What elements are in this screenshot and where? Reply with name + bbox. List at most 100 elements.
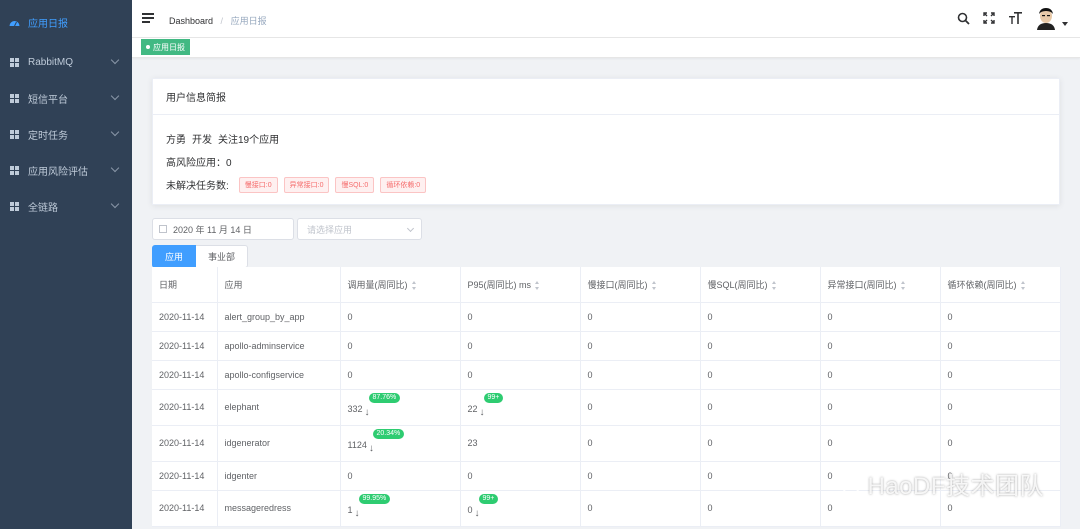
sort-icon[interactable] [771, 280, 777, 290]
user-follow: 关注19个应用 [218, 135, 280, 146]
wechat-icon [832, 472, 861, 494]
cell-calls: 332 ↓ 87.76% [340, 389, 461, 426]
change-pill: 87.76% [368, 392, 401, 403]
unresolved-line: 未解决任务数: 慢接口:0 异常接口:0 慢SQL:0 循环依赖:0 [166, 173, 1046, 196]
app-select-placeholder: 请选择应用 [307, 224, 353, 235]
watermark: HaoDF技术团队 [831, 466, 1044, 501]
cell-slow-sql: 0 [700, 360, 821, 390]
cell-slow-api: 0 [580, 331, 701, 361]
cell-cycle-dep: 0 [940, 302, 1061, 332]
sidebar: 应用日报 RabbitMQ 短信平台 定时任务 应用风险评估 全链路 [0, 0, 132, 529]
col-slow-api[interactable]: 慢接口(周同比) [580, 267, 701, 303]
arrow-down-icon: ↓ [368, 442, 374, 454]
cell-error-api: 0 [820, 331, 941, 361]
active-dot-icon [146, 45, 150, 49]
cell-cycle-dep: 0 [940, 360, 1061, 390]
cell-date: 2020-11-14 [152, 331, 218, 361]
avatar[interactable] [1034, 6, 1058, 30]
sidebar-item-app-daily[interactable]: 应用日报 [0, 0, 132, 44]
app-select[interactable]: 请选择应用 [297, 218, 422, 240]
sort-icon[interactable] [900, 280, 906, 290]
cell-slow-sql: 0 [700, 490, 821, 527]
col-calls[interactable]: 调用量(周同比) [340, 267, 461, 303]
sidebar-item-label: 短信平台 [28, 94, 68, 106]
cell-app: apollo-configservice [217, 360, 341, 390]
sidebar-item-label: 应用风险评估 [28, 166, 88, 178]
search-icon[interactable] [956, 11, 970, 25]
cell-date: 2020-11-14 [152, 461, 218, 491]
arrow-down-icon: ↓ [364, 406, 370, 418]
sidebar-item-label: 全链路 [28, 202, 58, 214]
chevron-down-icon [110, 127, 120, 137]
cell-slow-sql: 0 [700, 389, 821, 426]
fullscreen-icon[interactable] [982, 11, 996, 25]
breadcrumb-separator: / [220, 16, 224, 26]
date-picker[interactable]: 2020 年 11 月 14 日 [152, 218, 294, 240]
sidebar-item-tracing[interactable]: 全链路 [0, 188, 132, 224]
cell-cycle-dep: 0 [940, 389, 1061, 426]
sort-icon[interactable] [411, 280, 417, 290]
badge-slow-api[interactable]: 慢接口:0 [238, 176, 278, 193]
col-cycle-dep[interactable]: 循环依赖(周同比) [940, 267, 1061, 303]
cell-error-api: 0 [820, 425, 941, 462]
cell-slow-sql: 0 [700, 461, 821, 491]
sort-icon[interactable] [1020, 280, 1026, 290]
sidebar-item-rabbitmq[interactable]: RabbitMQ [0, 44, 132, 80]
cell-cycle-dep: 0 [940, 425, 1061, 462]
badge-error-api[interactable]: 异常接口:0 [283, 176, 330, 193]
chevron-down-icon [110, 163, 120, 173]
sidebar-item-risk[interactable]: 应用风险评估 [0, 152, 132, 188]
grid-icon [8, 56, 20, 68]
cell-cycle-dep: 0 [940, 331, 1061, 361]
table-row: 2020-11-14 apollo-configservice 0 0 0 0 0 0 [152, 360, 1061, 390]
toggle-dept-button[interactable]: 事业部 [196, 245, 249, 268]
cell-app: idgenter [217, 461, 341, 491]
cell-calls: 1124 ↓ 20.34% [340, 425, 461, 462]
hamburger-icon[interactable] [142, 13, 154, 23]
change-pill: 20.34% [372, 428, 405, 439]
cell-slow-api: 0 [580, 389, 701, 426]
cell-calls: 1 ↓ 99.95% [340, 490, 461, 527]
sort-icon[interactable] [535, 280, 540, 290]
cell-slow-sql: 0 [700, 331, 821, 361]
cell-date: 2020-11-14 [152, 425, 218, 462]
font-size-icon[interactable] [1008, 11, 1022, 25]
badge-cycle-dep[interactable]: 循环依赖:0 [380, 176, 427, 193]
table-row: 2020-11-14 apollo-adminservice 0 0 0 0 0 0 [152, 331, 1061, 361]
toggle-app-button[interactable]: 应用 [152, 245, 197, 268]
tag-app-daily[interactable]: 应用日报 [141, 39, 190, 55]
badge-slow-sql[interactable]: 慢SQL:0 [335, 176, 375, 193]
breadcrumb: Dashboard / 应用日报 [169, 14, 267, 27]
card-title: 用户信息简报 [153, 79, 1059, 115]
cell-slow-api: 0 [580, 302, 701, 332]
chevron-down-icon [406, 224, 415, 233]
grid-icon [8, 128, 20, 140]
cell-date: 2020-11-14 [152, 389, 218, 426]
sidebar-item-label: RabbitMQ [28, 56, 74, 68]
col-p95[interactable]: P95(周同比) ms [460, 267, 581, 303]
navbar: Dashboard / 应用日报 [132, 0, 1080, 38]
cell-date: 2020-11-14 [152, 360, 218, 390]
cell-date: 2020-11-14 [152, 490, 218, 527]
caret-down-icon[interactable] [1062, 22, 1068, 26]
cell-slow-api: 0 [580, 490, 701, 527]
chevron-down-icon [110, 55, 120, 65]
table-row: 2020-11-14 elephant 332 ↓ 87.76% 22 ↓ 99+ 0 0 0 0 [152, 389, 1061, 426]
breadcrumb-dashboard[interactable]: Dashboard [169, 16, 213, 26]
sidebar-item-cron[interactable]: 定时任务 [0, 116, 132, 152]
sidebar-item-sms[interactable]: 短信平台 [0, 80, 132, 116]
user-line: 方勇 开发 关注19个应用 [166, 127, 1046, 150]
sort-icon[interactable] [651, 280, 657, 290]
col-app: 应用 [217, 267, 341, 303]
user-info-card: 用户信息简报 方勇 开发 关注19个应用 高风险应用：0 未解决任务数: 慢接口… [152, 78, 1060, 205]
grid-icon [8, 200, 20, 212]
change-pill: 99.95% [358, 493, 391, 504]
grid-icon [8, 164, 20, 176]
cell-date: 2020-11-14 [152, 302, 218, 332]
col-error-api[interactable]: 异常接口(周同比) [820, 267, 941, 303]
chevron-down-icon [110, 91, 120, 101]
cell-app: idgenerator [217, 425, 341, 462]
arrow-down-icon: ↓ [479, 406, 485, 418]
col-slow-sql[interactable]: 慢SQL(周同比) [700, 267, 821, 303]
change-pill: 99+ [483, 392, 504, 403]
